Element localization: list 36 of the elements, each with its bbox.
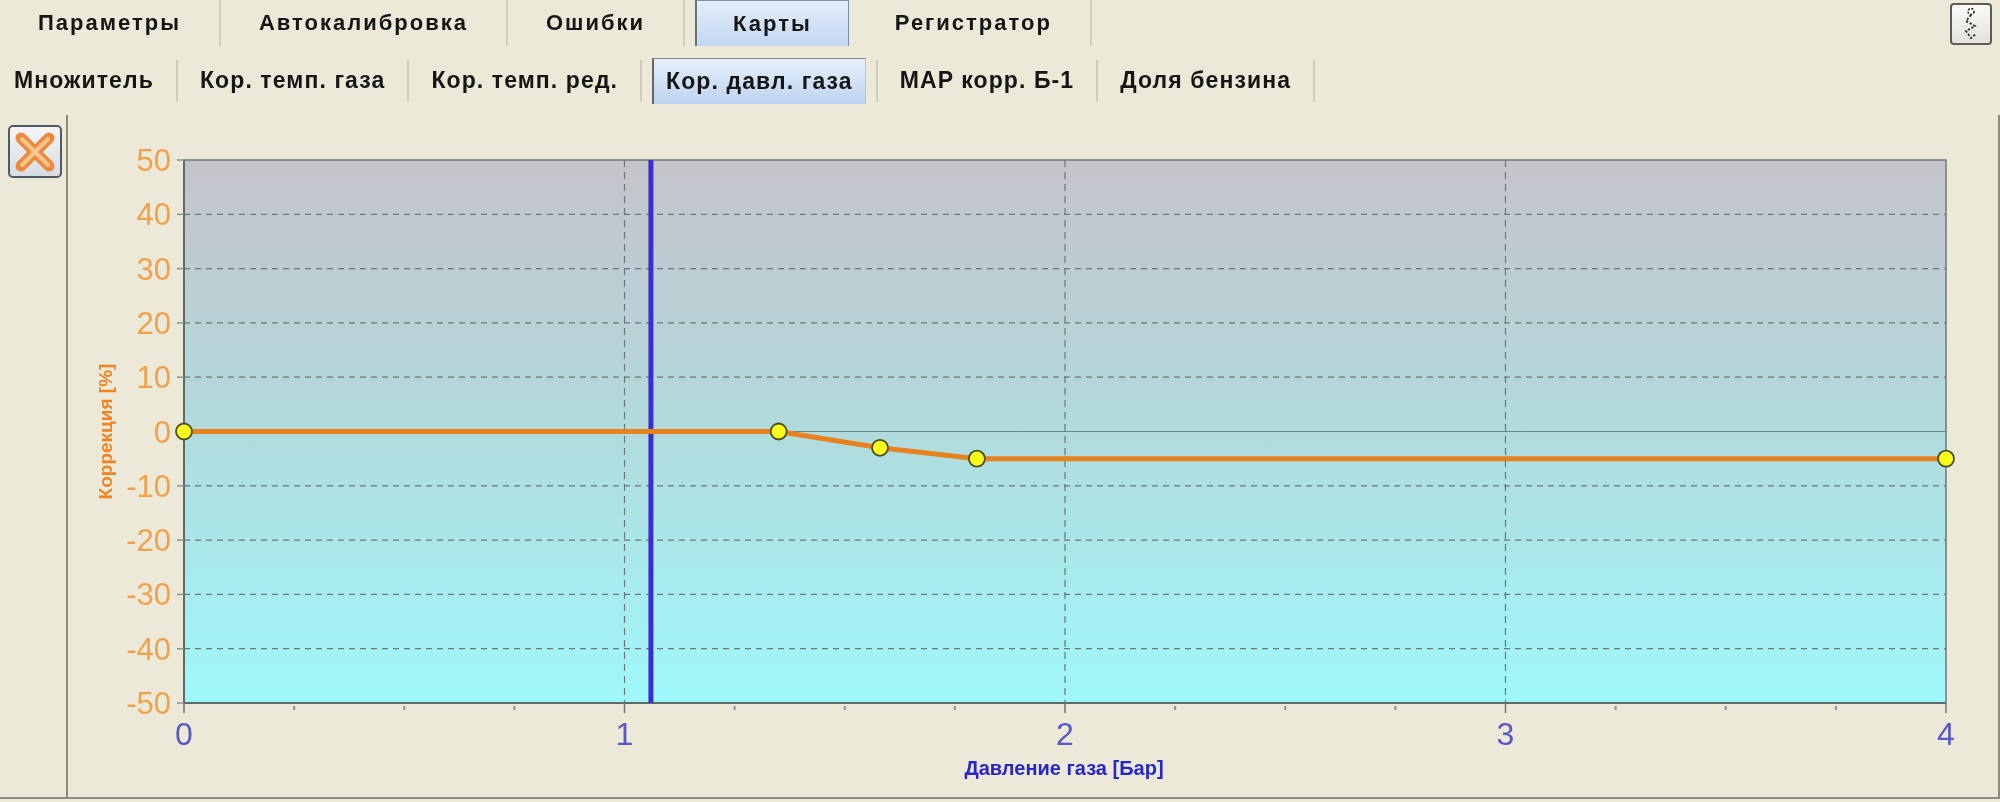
axis-tick-label: 50 bbox=[136, 143, 171, 178]
data-point[interactable] bbox=[175, 422, 193, 441]
axis-tick-label: 4 bbox=[1937, 716, 1955, 752]
sub-tab[interactable]: Кор. темп. газа bbox=[187, 57, 398, 104]
close-button[interactable] bbox=[8, 125, 62, 178]
axis-tick-label: 10 bbox=[136, 360, 171, 396]
data-point[interactable] bbox=[968, 449, 986, 468]
data-point[interactable] bbox=[1937, 449, 1955, 468]
axis-tick-label: 2 bbox=[1056, 716, 1074, 752]
axis-title: Коррекция [%] bbox=[95, 363, 116, 500]
axis-tick-label: -10 bbox=[126, 468, 171, 504]
close-icon bbox=[14, 130, 56, 173]
axis-title: Давление газа [Бар] bbox=[964, 757, 1164, 779]
axis-tick-label: 40 bbox=[136, 197, 171, 233]
sub-tab[interactable]: Множитель bbox=[2, 57, 166, 104]
axis-tick-label: -20 bbox=[126, 523, 171, 559]
axis-tick-label: 30 bbox=[136, 251, 171, 287]
sub-tab[interactable]: Доля бензина bbox=[1108, 57, 1304, 104]
sub-tab[interactable]: MAP корр. Б-1 bbox=[887, 57, 1087, 104]
tab[interactable]: Параметры bbox=[0, 0, 221, 46]
tab[interactable]: Регистратор bbox=[856, 0, 1092, 46]
axis-tick-label: 0 bbox=[175, 716, 193, 752]
axis-tick-label: 20 bbox=[136, 305, 171, 341]
axis-tick-label: -40 bbox=[126, 631, 171, 667]
sub-tab[interactable]: Кор. темп. ред. bbox=[419, 57, 631, 104]
axis-tick-label: -50 bbox=[126, 686, 171, 721]
axis-tick-label: -30 bbox=[126, 577, 171, 613]
axis-tick-label: 3 bbox=[1496, 716, 1515, 752]
tab[interactable]: Карты bbox=[695, 0, 849, 46]
sub-tab[interactable]: Кор. давл. газа bbox=[652, 57, 866, 104]
tab[interactable]: Ошибки bbox=[508, 0, 686, 46]
axis-tick-label: 1 bbox=[615, 716, 634, 752]
axis-tick-label: 0 bbox=[153, 414, 171, 450]
data-point[interactable] bbox=[769, 422, 788, 441]
tab[interactable]: Автокалибровка bbox=[220, 0, 508, 46]
tool-button[interactable] bbox=[1950, 3, 1992, 45]
